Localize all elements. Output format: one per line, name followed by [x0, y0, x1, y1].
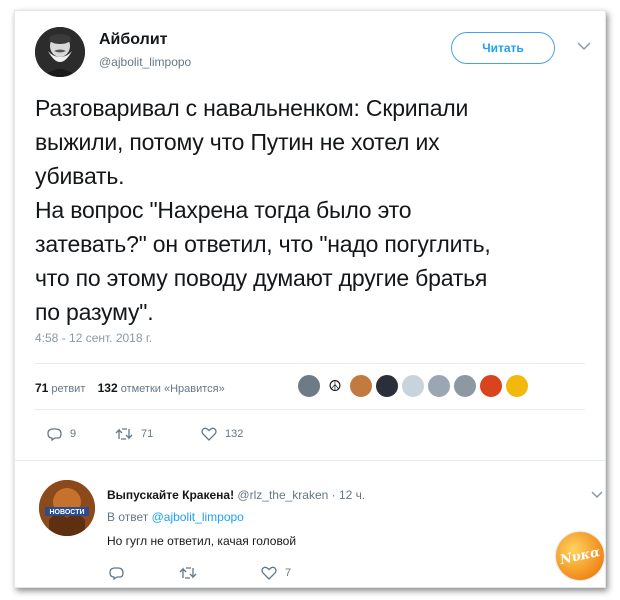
reply-to-line: В ответ @ajbolit_limpopo [107, 510, 244, 524]
reply-time[interactable]: · 12 ч. [332, 488, 366, 502]
tweet-timestamp[interactable]: 4:58 - 12 сент. 2018 г. [35, 331, 152, 345]
liker-avatars: ☮ [297, 374, 529, 398]
chevron-down-icon[interactable] [591, 491, 603, 499]
likes-count[interactable]: 132 [98, 381, 118, 395]
retweets-label[interactable]: ретвит [51, 383, 85, 395]
reply-author-name[interactable]: Выпускайте Кракена! [107, 488, 234, 502]
liker-avatar[interactable]: ☮ [323, 374, 347, 398]
reply-like-count: 7 [285, 567, 292, 579]
divider [15, 460, 605, 461]
reply-icon [47, 428, 62, 441]
reply-text: Но гугл не ответил, качая головой [107, 534, 297, 548]
retweet-icon [115, 428, 133, 440]
author-handle[interactable]: @ajbolit_limpopo [99, 55, 191, 69]
liker-avatar[interactable] [297, 374, 321, 398]
divider [35, 363, 585, 364]
reply-header: Выпускайте Кракена! @rlz_the_kraken · 12… [107, 488, 365, 502]
watermark-text: Νυκα [558, 544, 602, 568]
tweet-actions: 9 71 132 [47, 427, 243, 441]
likes-label[interactable]: отметки «Нравится» [121, 383, 225, 395]
reply-like-action[interactable]: 7 [261, 566, 291, 580]
author-portrait-icon [35, 27, 85, 77]
reply-to-prefix: В ответ [107, 510, 149, 524]
liker-avatar[interactable] [427, 374, 451, 398]
retweets-count[interactable]: 71 [35, 381, 48, 395]
liker-avatar[interactable] [375, 374, 399, 398]
kraken-avatar-icon: НОВОСТИ [39, 480, 95, 536]
author-avatar[interactable] [35, 27, 85, 77]
reply-reply-action[interactable] [109, 566, 179, 580]
tweet-stats: 71 ретвит 132 отметки «Нравится» [35, 381, 225, 395]
author-name[interactable]: Айболит [99, 31, 167, 49]
reply-author-avatar[interactable]: НОВОСТИ [39, 480, 95, 536]
like-count: 132 [225, 428, 244, 440]
liker-avatar[interactable] [505, 374, 529, 398]
retweet-action[interactable]: 71 [115, 427, 201, 441]
retweet-icon [179, 567, 197, 579]
tweet-text: Разговаривал с навальненком: Скрипали вы… [35, 95, 491, 325]
heart-icon [261, 566, 277, 580]
reply-to-handle[interactable]: @ajbolit_limpopo [152, 510, 244, 524]
reply-actions: 7 [109, 566, 291, 580]
divider [35, 409, 585, 410]
liker-avatar[interactable] [453, 374, 477, 398]
reply-icon [109, 567, 124, 580]
reply-author-handle[interactable]: @rlz_the_kraken [237, 488, 328, 502]
chevron-down-icon[interactable] [577, 41, 591, 51]
reply-action[interactable]: 9 [47, 427, 115, 441]
follow-button[interactable]: Читать [451, 32, 555, 64]
avatar-news-label: НОВОСТИ [49, 509, 84, 516]
like-action[interactable]: 132 [201, 427, 243, 441]
tweet-card: Айболит @ajbolit_limpopo Читать Разговар… [14, 10, 606, 588]
liker-avatar[interactable] [349, 374, 373, 398]
retweet-count: 71 [141, 428, 154, 440]
heart-icon [201, 427, 217, 441]
liker-avatar[interactable] [401, 374, 425, 398]
liker-avatar[interactable] [479, 374, 503, 398]
reply-retweet-action[interactable] [179, 566, 261, 580]
reply-count: 9 [70, 428, 77, 440]
